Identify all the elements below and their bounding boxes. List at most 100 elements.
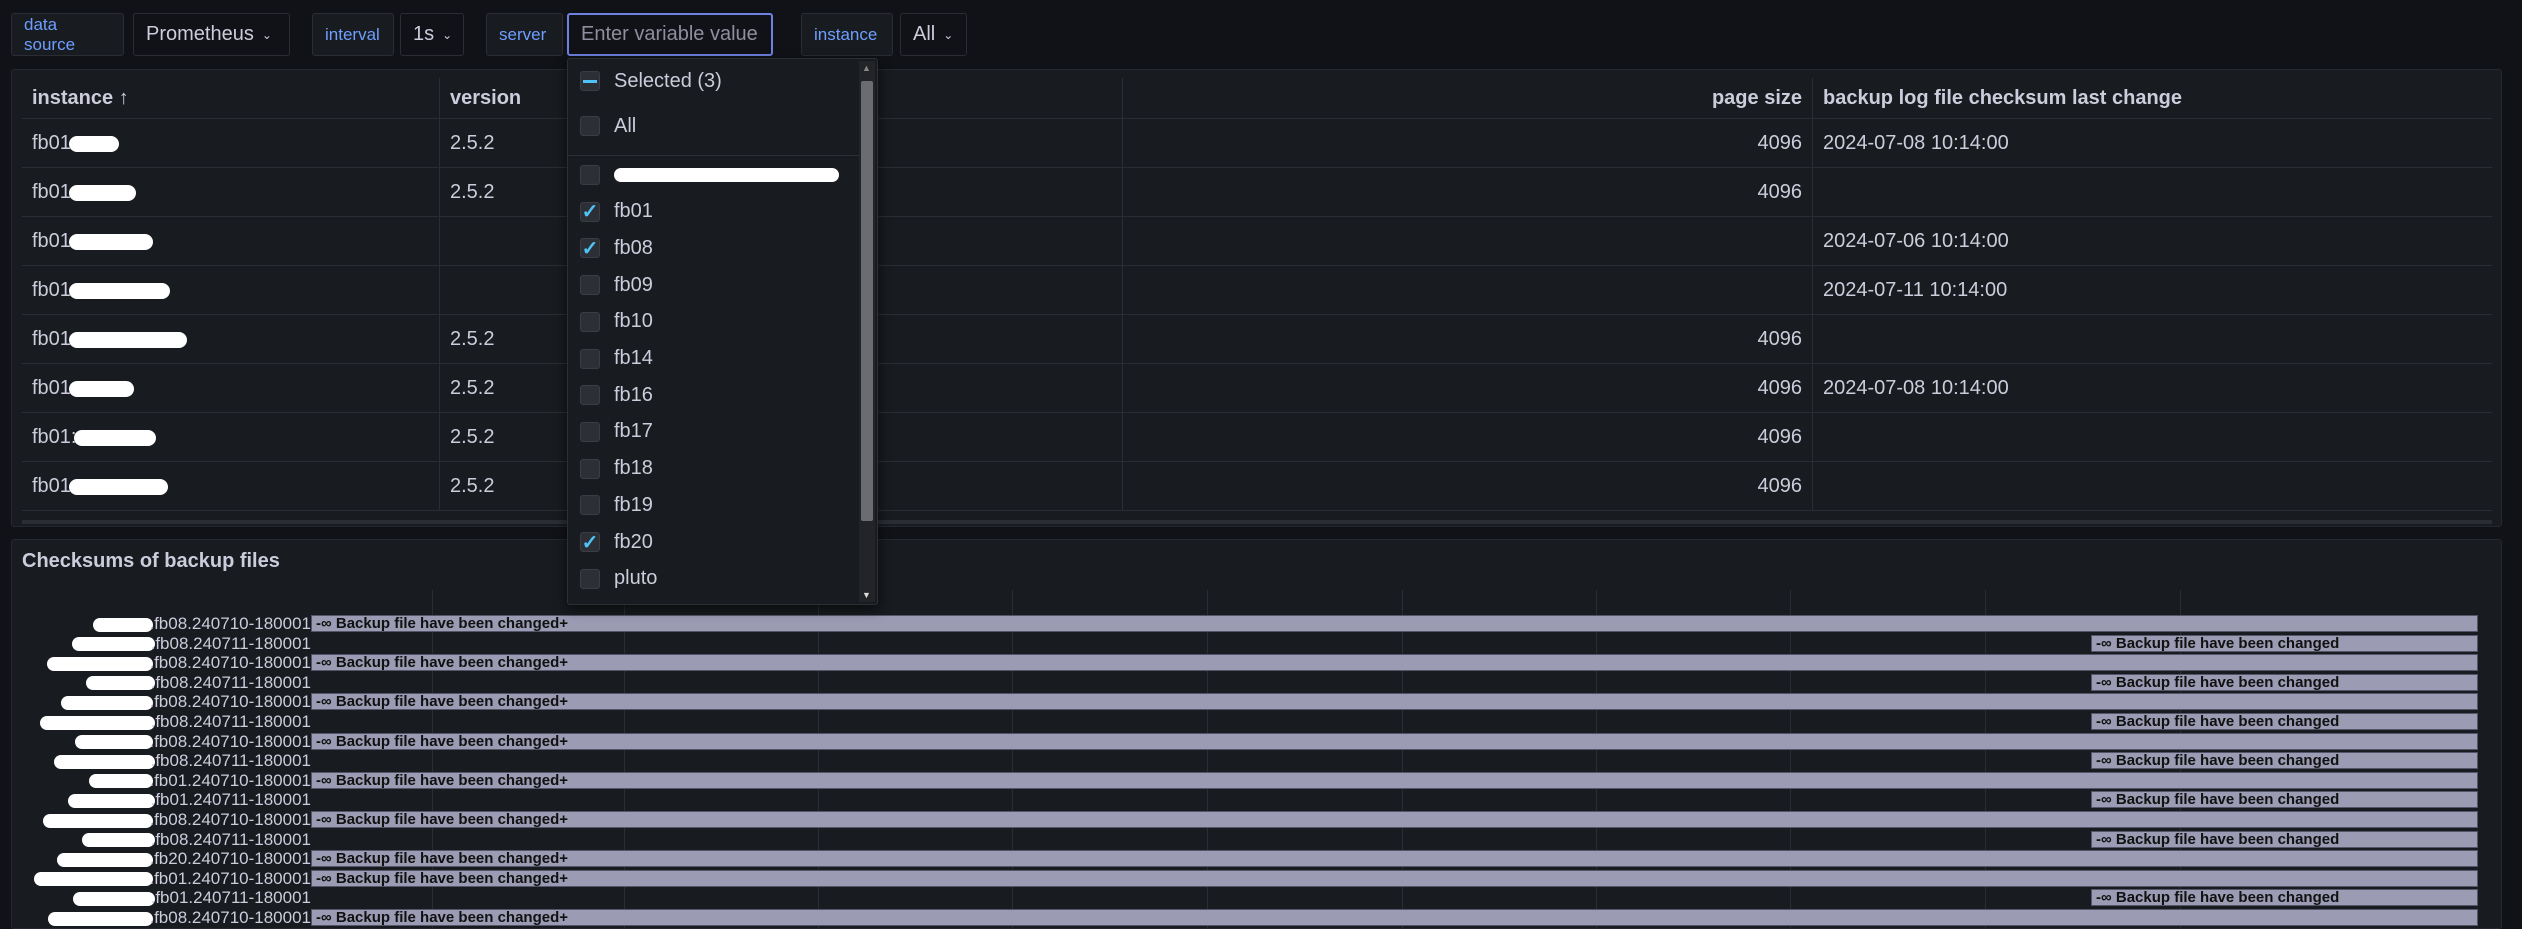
state-bar[interactable]: -∞ Backup file have been changed+	[311, 693, 2478, 711]
redaction	[75, 735, 154, 750]
instance-name: fb01	[32, 132, 71, 154]
instance-label-text: instance	[814, 24, 878, 44]
cell-instance: fb01	[22, 364, 439, 413]
row-label: .fb08.240710-180001	[47, 653, 311, 672]
column-header-backup[interactable]: backup log file checksum last change	[1812, 78, 2492, 119]
redaction	[68, 135, 119, 152]
instance-name: fb01	[32, 279, 71, 301]
timeline-row: .fb08.240710-180001 -∞ Backup file have b…	[12, 908, 2503, 927]
option-label: fb19	[614, 493, 653, 516]
state-bar[interactable]: -∞ Backup file have been changed+	[311, 869, 2478, 887]
server-label: server	[486, 13, 563, 56]
state-bar[interactable]: -∞ Backup file have been changed+	[311, 732, 2478, 750]
redaction	[61, 695, 154, 710]
panel-title: Checksums of backup files	[22, 550, 280, 572]
option-fb01[interactable]: ✓ fb01	[580, 197, 653, 227]
state-bar[interactable]: -∞ Backup file have been changed+	[311, 850, 2478, 868]
redaction	[72, 891, 155, 906]
table-row: fb01 2.5.2 4096	[22, 462, 2492, 511]
indeterminate-checkbox-icon	[580, 71, 600, 91]
row-label-text: .fb20.240710-180001	[149, 849, 311, 869]
table-row: fb01: 2.5.2 4096	[22, 413, 2492, 462]
redaction	[93, 617, 154, 632]
state-bar[interactable]: -∞ Backup file have been changed+	[311, 615, 2478, 632]
state-bar[interactable]: -∞ Backup file have been changed	[2091, 830, 2478, 848]
row-label-text: .fb08.240710-180001	[149, 810, 311, 829]
row-label-text: .fb08.240710-180001	[149, 614, 311, 633]
timeline-row: .fb08.240710-180001 -∞ Backup file have b…	[12, 614, 2503, 633]
row-label-text: .fb08.240711-180001	[150, 672, 311, 692]
option-label: fb18	[614, 457, 653, 480]
row-label: .fb08.240711-180001	[85, 672, 311, 692]
cell-backup-change: 2024-07-08 10:14:00	[1812, 119, 2492, 168]
redaction	[68, 282, 170, 299]
option-redacted[interactable]	[580, 160, 839, 190]
option-fb16[interactable]: fb16	[580, 380, 653, 410]
option-fb10[interactable]: fb10	[580, 307, 653, 337]
option-fb18[interactable]: fb18	[580, 454, 653, 484]
row-label-text: .fb08.240710-180001	[149, 908, 311, 927]
redaction	[67, 793, 155, 808]
scroll-up-icon[interactable]: ▲	[862, 63, 871, 73]
timeline-row: .fb01.240711-180001 -∞ Backup file have b…	[12, 888, 2503, 907]
scrollbar-thumb[interactable]	[861, 81, 873, 521]
redaction	[34, 872, 154, 887]
chevron-down-icon: ⌄	[261, 27, 272, 42]
state-bar[interactable]: -∞ Backup file have been changed	[2091, 634, 2478, 652]
row-label: .fb01.240711-180001	[67, 790, 311, 809]
cell-instance: fb01	[22, 119, 439, 168]
cell-instance: fb01	[22, 462, 439, 511]
option-fb08[interactable]: ✓ fb08	[580, 233, 653, 263]
scroll-down-icon[interactable]: ▼	[862, 590, 871, 600]
row-label-text: .fb01.240710-180001	[149, 868, 311, 888]
state-bar[interactable]: -∞ Backup file have been changed	[2091, 673, 2478, 691]
option-fb14[interactable]: fb14	[580, 344, 653, 374]
state-bar[interactable]: -∞ Backup file have been changed	[2091, 713, 2478, 730]
cell-page-size: 4096	[1122, 168, 1812, 217]
cell-page-size	[1122, 217, 1812, 266]
checkbox-icon	[580, 165, 600, 185]
state-bar[interactable]: -∞ Backup file have been changed+	[311, 909, 2478, 926]
row-label: .fb08.240710-180001	[93, 614, 311, 633]
option-label: fb20	[614, 530, 653, 553]
state-bar[interactable]: -∞ Backup file have been changed	[2091, 752, 2478, 770]
scrollbar[interactable]: ▲ ▼	[859, 61, 875, 602]
column-header-instance[interactable]: instance ↑	[22, 78, 439, 119]
option-fb09[interactable]: fb09	[580, 270, 653, 300]
server-label-text: server	[499, 24, 547, 44]
redaction	[39, 715, 155, 730]
checksums-panel: Checksums of backup files .fb08.240710-1…	[11, 539, 2502, 929]
option-all[interactable]: All	[580, 111, 636, 141]
cell-backup-change: 2024-07-06 10:14:00	[1812, 217, 2492, 266]
redaction	[89, 774, 154, 789]
server-input[interactable]: Enter variable value	[567, 13, 773, 56]
interval-select[interactable]: 1s ⌄	[400, 13, 464, 56]
table-row: fb01 2.5.2 4096	[22, 168, 2492, 217]
option-fb20[interactable]: ✓ fb20	[580, 527, 653, 557]
state-bar[interactable]: -∞ Backup file have been changed	[2091, 889, 2478, 907]
datasource-select[interactable]: Prometheus ⌄	[133, 13, 290, 56]
timeline-row: .fb08.240711-180001 -∞ Backup file have b…	[12, 712, 2503, 731]
option-fb17[interactable]: fb17	[580, 417, 653, 447]
instances-table-panel: instance ↑ version page size backup log …	[11, 69, 2502, 527]
instance-select[interactable]: All ⌄	[900, 13, 967, 56]
column-header-page-size[interactable]: page size	[1122, 78, 1812, 119]
option-fb19[interactable]: fb19	[580, 490, 653, 520]
row-label: .fb01.240710-180001	[34, 869, 311, 888]
row-label: .fb08.240711-180001	[81, 830, 311, 849]
row-label: .fb20.240710-180001	[57, 849, 311, 868]
horizontal-scrollbar[interactable]	[22, 520, 2492, 524]
state-bar[interactable]: -∞ Backup file have been changed	[2091, 791, 2478, 809]
checkbox-icon	[580, 568, 600, 589]
option-label: pluto	[614, 567, 658, 590]
redaction	[81, 833, 155, 848]
redaction	[68, 331, 187, 348]
state-bar[interactable]: -∞ Backup file have been changed+	[311, 771, 2478, 789]
state-bar[interactable]: -∞ Backup file have been changed+	[311, 654, 2478, 672]
cell-instance: fb01:	[22, 413, 439, 462]
redaction	[47, 656, 154, 671]
checkbox-icon	[580, 116, 600, 136]
option-selected[interactable]: Selected (3)	[580, 66, 722, 96]
state-bar[interactable]: -∞ Backup file have been changed+	[311, 811, 2478, 828]
option-pluto[interactable]: pluto	[580, 564, 657, 594]
